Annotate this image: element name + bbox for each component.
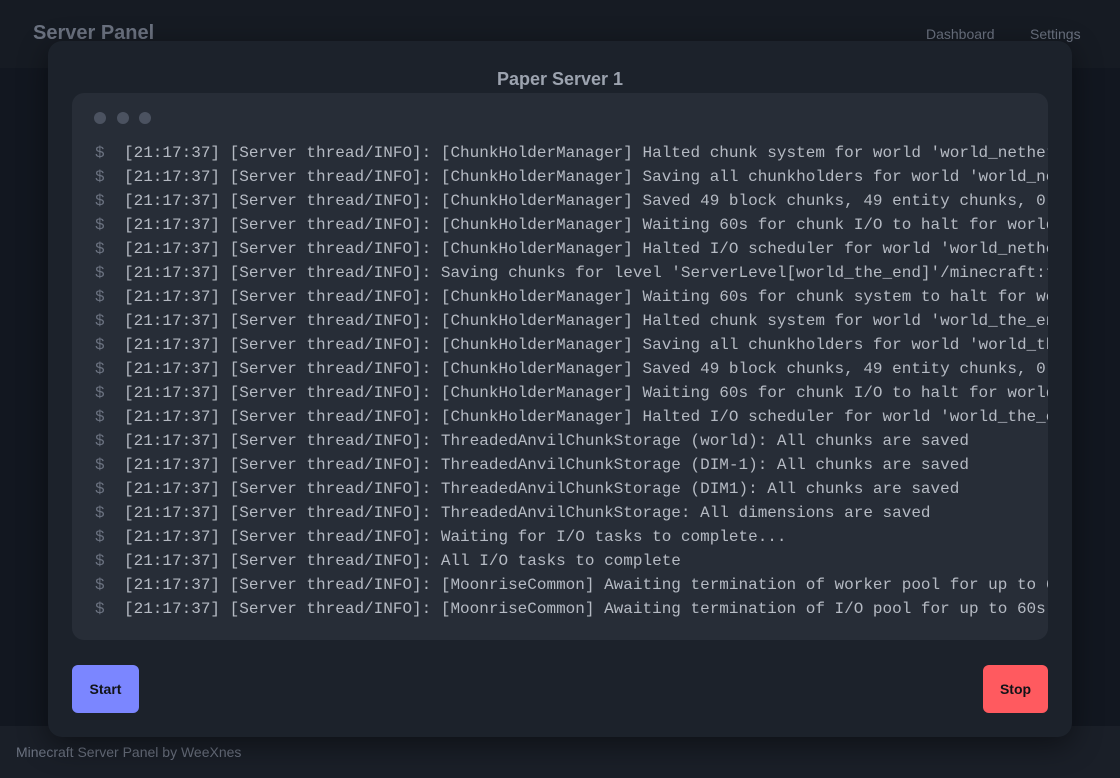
log-text: [21:17:37] [Server thread/INFO]: [ChunkH…: [124, 384, 1048, 402]
log-line: $ [21:17:37] [Server thread/INFO]: Thread…: [95, 501, 1048, 525]
log-text: [21:17:37] [Server thread/INFO]: Threade…: [124, 456, 969, 474]
log-text: [21:17:37] [Server thread/INFO]: Threade…: [124, 480, 960, 498]
log-text: [21:17:37] [Server thread/INFO]: [ChunkH…: [124, 216, 1048, 234]
log-text: [21:17:37] [Server thread/INFO]: Saving …: [124, 264, 1048, 282]
log-line: $ [21:17:37] [Server thread/INFO]: Thread…: [95, 453, 1048, 477]
prompt-symbol: $: [95, 312, 105, 330]
log-line: $ [21:17:37] [Server thread/INFO]: Waitin…: [95, 525, 1048, 549]
log-text: [21:17:37] [Server thread/INFO]: [ChunkH…: [124, 312, 1048, 330]
log-text: [21:17:37] [Server thread/INFO]: [ChunkH…: [124, 288, 1048, 306]
log-text: [21:17:37] [Server thread/INFO]: [ChunkH…: [124, 168, 1048, 186]
log-line: $ [21:17:37] [Server thread/INFO]: [Moonr…: [95, 573, 1048, 597]
prompt-symbol: $: [95, 408, 105, 426]
window-dots: [94, 112, 162, 124]
prompt-symbol: $: [95, 240, 105, 258]
log-text: [21:17:37] [Server thread/INFO]: [ChunkH…: [124, 144, 1048, 162]
footer-credit: Minecraft Server Panel by WeeXnes: [16, 744, 242, 760]
log-line: $ [21:17:37] [Server thread/INFO]: [Chunk…: [95, 213, 1048, 237]
log-text: [21:17:37] [Server thread/INFO]: [ChunkH…: [124, 408, 1048, 426]
dot-icon: [139, 112, 151, 124]
prompt-symbol: $: [95, 600, 105, 618]
log-text: [21:17:37] [Server thread/INFO]: Threade…: [124, 504, 931, 522]
log-text: [21:17:37] [Server thread/INFO]: [Moonri…: [124, 576, 1048, 594]
prompt-symbol: $: [95, 288, 105, 306]
log-line: $ [21:17:37] [Server thread/INFO]: [Chunk…: [95, 165, 1048, 189]
prompt-symbol: $: [95, 456, 105, 474]
log-text: [21:17:37] [Server thread/INFO]: [Moonri…: [124, 600, 1048, 618]
prompt-symbol: $: [95, 480, 105, 498]
console-terminal[interactable]: $ [21:17:37] [Server thread/INFO]: [Chunk…: [72, 93, 1048, 640]
log-line: $ [21:17:37] [Server thread/INFO]: Thread…: [95, 429, 1048, 453]
server-name-title: Paper Server 1: [496, 69, 624, 89]
prompt-symbol: $: [95, 168, 105, 186]
log-line: $ [21:17:37] [Server thread/INFO]: [Chunk…: [95, 405, 1048, 429]
dot-icon: [94, 112, 106, 124]
log-text: [21:17:37] [Server thread/INFO]: Waiting…: [124, 528, 787, 546]
log-line: $ [21:17:37] [Server thread/INFO]: Thread…: [95, 477, 1048, 501]
prompt-symbol: $: [95, 264, 105, 282]
prompt-symbol: $: [95, 192, 105, 210]
log-text: [21:17:37] [Server thread/INFO]: Threade…: [124, 432, 969, 450]
prompt-symbol: $: [95, 360, 105, 378]
log-text: [21:17:37] [Server thread/INFO]: [ChunkH…: [124, 336, 1048, 354]
prompt-symbol: $: [95, 216, 105, 234]
log-line: $ [21:17:37] [Server thread/INFO]: [Chunk…: [95, 141, 1048, 165]
console-log: $ [21:17:37] [Server thread/INFO]: [Chunk…: [95, 141, 1048, 621]
prompt-symbol: $: [95, 384, 105, 402]
log-line: $ [21:17:37] [Server thread/INFO]: Saving…: [95, 261, 1048, 285]
dot-icon: [116, 112, 129, 124]
log-line: $ [21:17:37] [Server thread/INFO]: [Chunk…: [95, 357, 1048, 381]
log-line: $ [21:17:37] [Server thread/INFO]: [Moonr…: [95, 597, 1048, 621]
nav-dashboard-link[interactable]: Dashboard: [926, 26, 995, 42]
prompt-symbol: $: [95, 144, 105, 162]
log-line: $ [21:17:37] [Server thread/INFO]: [Chunk…: [95, 381, 1048, 405]
log-line: $ [21:17:37] [Server thread/INFO]: [Chunk…: [95, 309, 1048, 333]
prompt-symbol: $: [95, 576, 105, 594]
nav-settings-link[interactable]: Settings: [1030, 26, 1081, 42]
stop-button[interactable]: Stop: [983, 665, 1048, 713]
log-text: [21:17:37] [Server thread/INFO]: All I/O…: [124, 552, 681, 570]
log-line: $ [21:17:37] [Server thread/INFO]: [Chunk…: [95, 189, 1048, 213]
log-text: [21:17:37] [Server thread/INFO]: [ChunkH…: [124, 192, 1046, 210]
log-line: $ [21:17:37] [Server thread/INFO]: [Chunk…: [95, 237, 1048, 261]
prompt-symbol: $: [95, 336, 105, 354]
log-line: $ [21:17:37] [Server thread/INFO]: All I/…: [95, 549, 1048, 573]
prompt-symbol: $: [95, 432, 105, 450]
prompt-symbol: $: [95, 552, 105, 570]
log-text: [21:17:37] [Server thread/INFO]: [ChunkH…: [124, 240, 1048, 258]
log-text: [21:17:37] [Server thread/INFO]: [ChunkH…: [124, 360, 1046, 378]
server-console-modal: Paper Server 1 $ [21:17:37] [Server threa…: [48, 41, 1072, 737]
start-button[interactable]: Start: [72, 665, 139, 713]
prompt-symbol: $: [95, 504, 105, 522]
log-line: $ [21:17:37] [Server thread/INFO]: [Chunk…: [95, 285, 1048, 309]
prompt-symbol: $: [95, 528, 105, 546]
log-line: $ [21:17:37] [Server thread/INFO]: [Chunk…: [95, 333, 1048, 357]
